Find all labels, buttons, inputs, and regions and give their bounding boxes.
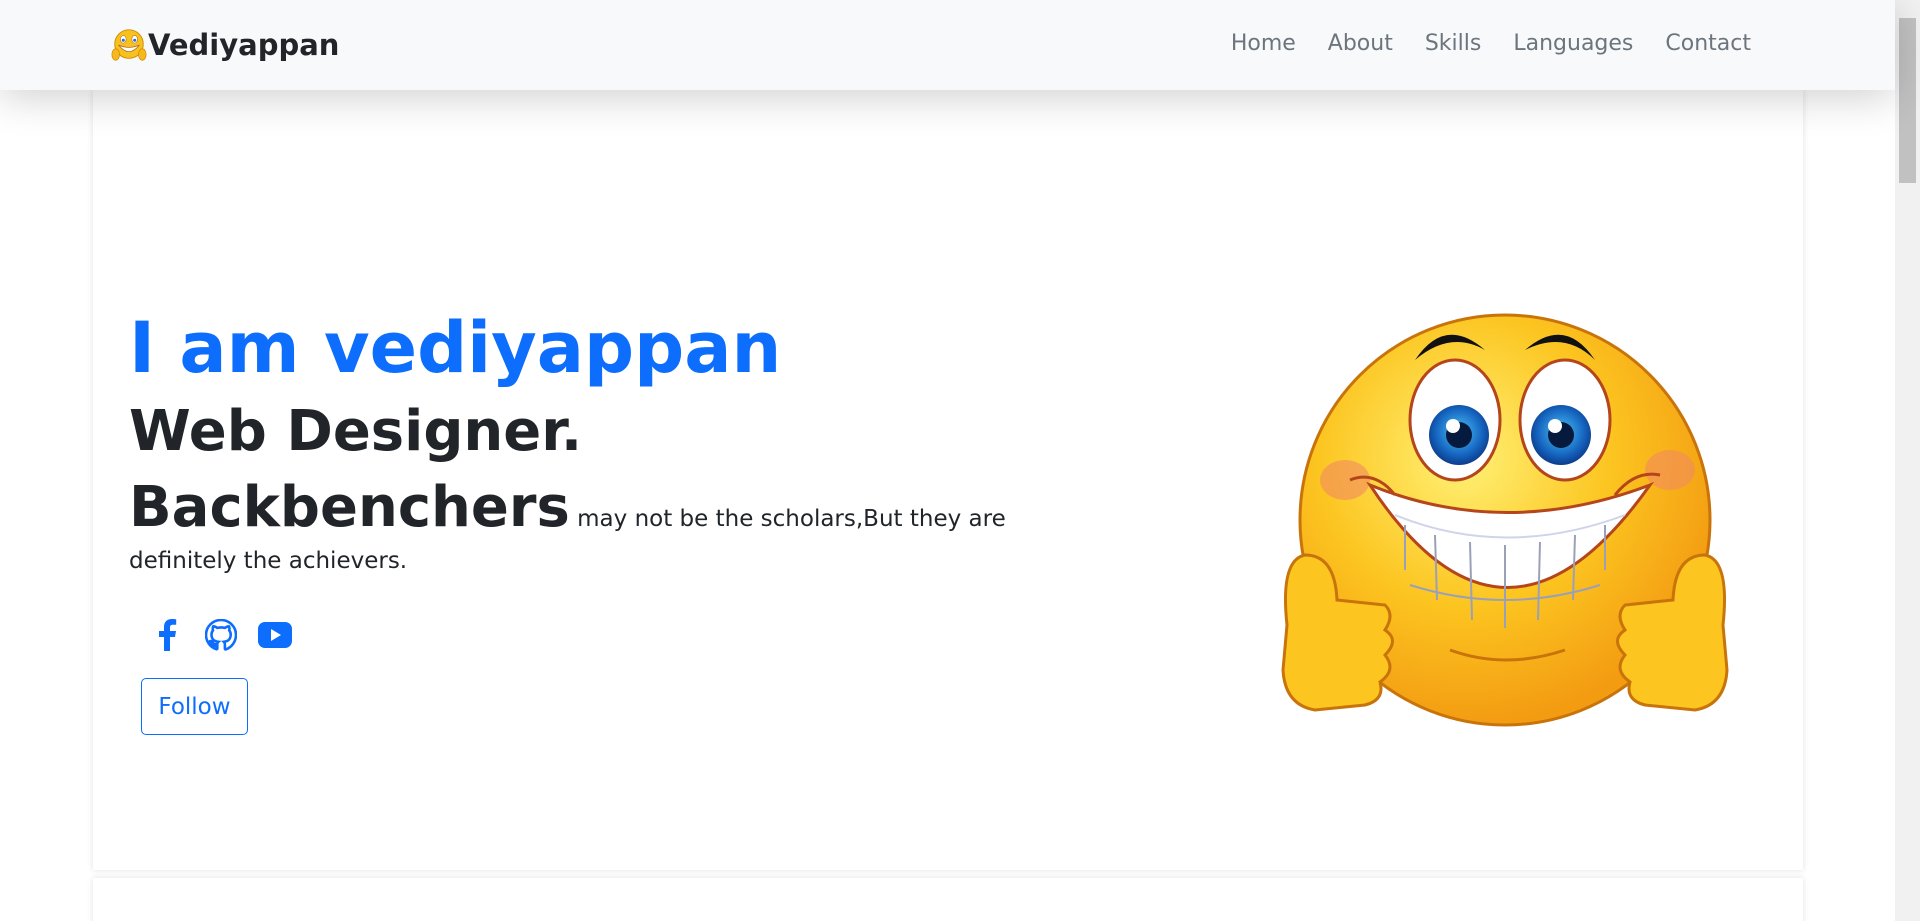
youtube-icon[interactable] [258,618,292,652]
facebook-icon[interactable] [150,618,184,652]
brand-link[interactable]: Vediyappan [110,26,339,64]
github-icon[interactable] [204,618,238,652]
hero-name-heading: I am vediyappan [129,307,782,389]
navbar: Vediyappan Home About Skills Languages C… [0,0,1895,90]
brand-name: Vediyappan [148,28,340,62]
hero-quote: Backbenchers may not be the scholars,But… [129,474,1089,580]
nav-home-link[interactable]: Home [1215,31,1312,56]
nav-contact-link[interactable]: Contact [1649,31,1767,56]
hero-role-heading: Web Designer. [129,399,583,464]
hero-text: I am vediyappan Web Designer. Backbenche… [129,306,1089,580]
hero-quote-highlight: Backbenchers [129,475,570,540]
social-links [150,618,312,652]
nav-skills-link[interactable]: Skills [1409,31,1498,56]
smiley-logo-icon [111,29,147,61]
follow-button[interactable]: Follow [141,678,248,735]
page-scrollbar[interactable] [1895,0,1920,921]
thumbs-up-smiley-icon [1281,313,1729,727]
scrollbar-thumb[interactable] [1899,18,1916,183]
next-section [93,878,1803,921]
nav-languages-link[interactable]: Languages [1497,31,1649,56]
nav-about-link[interactable]: About [1312,31,1409,56]
nav-links: Home About Skills Languages Contact [1215,31,1767,56]
